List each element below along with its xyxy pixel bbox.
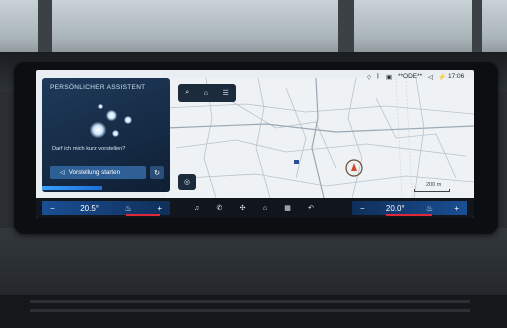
- assistant-orb: [112, 130, 119, 137]
- photo-scene: ⌔ ᛒ ▣ **ODE** ◁ ⚡ 17:06 PERSÖNLICHER ASS…: [0, 0, 507, 328]
- assistant-orb: [98, 104, 103, 109]
- fan-icon[interactable]: ✣: [240, 204, 246, 212]
- refresh-button[interactable]: ↻: [150, 166, 164, 179]
- volume-icon: ◁: [428, 74, 433, 81]
- search-icon[interactable]: ⌕: [185, 89, 189, 97]
- assistant-question: Darf ich mich kurz vorstellen?: [52, 146, 126, 152]
- list-icon[interactable]: ☰: [222, 89, 228, 97]
- infotainment-screen: ⌔ ᛒ ▣ **ODE** ◁ ⚡ 17:06 PERSÖNLICHER ASS…: [36, 70, 474, 218]
- driver-temp-minus-button[interactable]: −: [50, 204, 55, 213]
- refresh-icon: ↻: [154, 169, 160, 177]
- seat-heat-icon[interactable]: ♨: [125, 204, 132, 213]
- app-dock: ♫ ✆ ✣ ⌂ ▦ ↶: [194, 201, 314, 215]
- passenger-temp-minus-button[interactable]: −: [360, 204, 365, 213]
- wifi-icon: ⌔: [366, 75, 373, 82]
- grid-icon[interactable]: ▦: [284, 204, 291, 212]
- music-icon[interactable]: ♫: [194, 205, 199, 212]
- start-introduction-button[interactable]: ◁ Vorstellung starten: [50, 166, 146, 179]
- assistant-orb: [124, 116, 132, 124]
- compass-icon: ◎: [183, 179, 191, 186]
- assistant-orb: [90, 122, 106, 138]
- assistant-icon: ◁: [60, 169, 65, 176]
- assistant-orb: [106, 110, 117, 121]
- passenger-seat-indicator: [386, 214, 432, 216]
- seat-heat-indicator: [126, 214, 160, 216]
- scale-bar: [414, 189, 450, 192]
- lock-icon: ▣: [386, 74, 393, 81]
- home-icon[interactable]: ⌂: [263, 205, 267, 212]
- scale-label: 200 m: [426, 182, 442, 188]
- vent-slot: [30, 309, 470, 312]
- driver-temp-plus-button[interactable]: +: [157, 204, 162, 213]
- map-mode-button[interactable]: ◎: [178, 174, 196, 190]
- charging-icon: ⚡: [438, 74, 447, 81]
- clock-label: 17:06: [448, 73, 465, 80]
- map-toolbar: ⌕ ⌂ ☰: [178, 84, 236, 102]
- bluetooth-icon: ᛒ: [376, 73, 380, 80]
- seat-icon[interactable]: ♨: [426, 204, 433, 213]
- home-destination-icon[interactable]: ⌂: [204, 90, 208, 97]
- passenger-temp-plus-button[interactable]: +: [454, 204, 459, 213]
- passenger-climate: − 20.0° ♨ +: [352, 201, 467, 215]
- vent-slot: [30, 300, 470, 303]
- network-label: **ODE**: [398, 73, 423, 80]
- accent-stripe: [42, 186, 102, 190]
- driver-temperature: 20.5°: [80, 203, 100, 213]
- passenger-temperature: 20.0°: [385, 203, 405, 213]
- assistant-title: PERSÖNLICHER ASSISTENT: [50, 84, 146, 91]
- driver-climate: − 20.5° ♨ +: [42, 201, 170, 215]
- assistant-card[interactable]: PERSÖNLICHER ASSISTENT Darf ich mich kur…: [42, 78, 170, 192]
- apps-icon[interactable]: ↶: [308, 204, 314, 212]
- phone-icon[interactable]: ✆: [217, 204, 223, 212]
- start-introduction-label: Vorstellung starten: [68, 169, 121, 176]
